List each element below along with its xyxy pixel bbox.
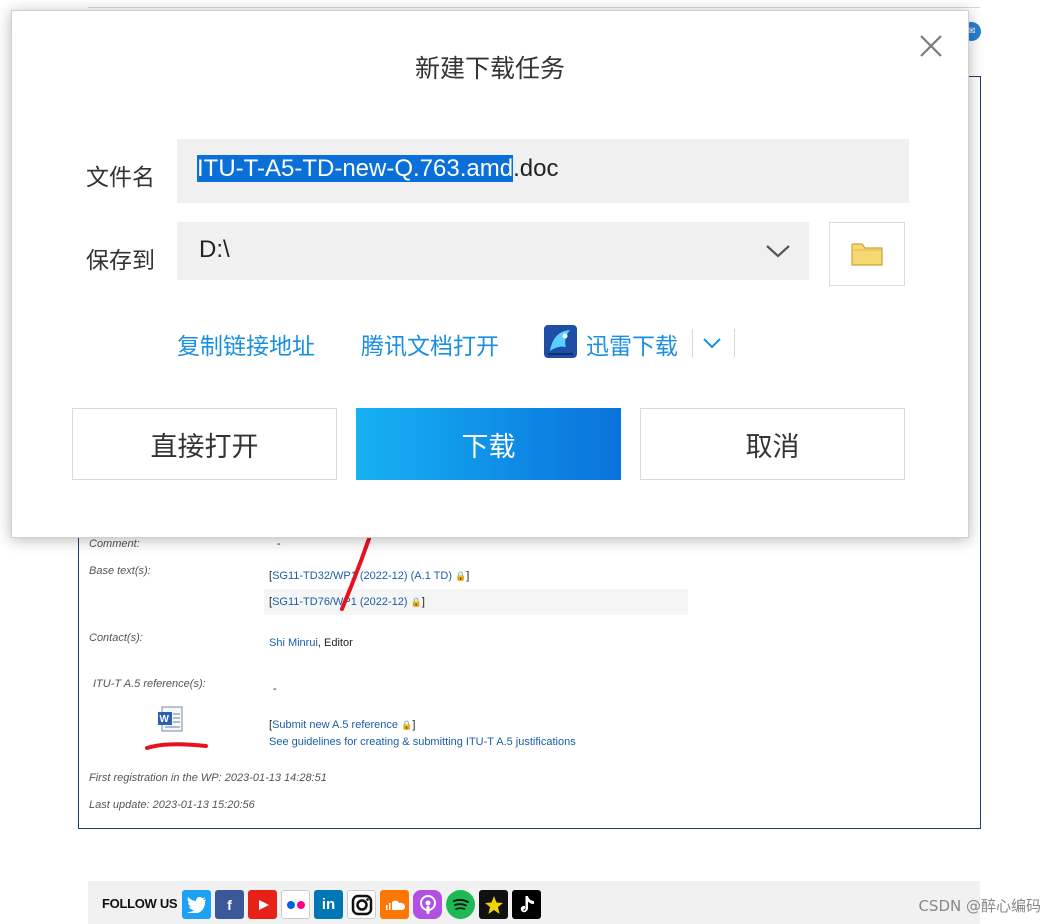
contact-role: , Editor <box>317 637 353 649</box>
guidelines-link[interactable]: See guidelines for creating & submitting… <box>269 736 576 748</box>
soundcloud-icon[interactable] <box>380 890 409 919</box>
flickr-icon[interactable] <box>281 890 310 919</box>
chevron-down-icon[interactable] <box>700 333 724 353</box>
folder-icon <box>851 243 883 266</box>
podcasts-icon[interactable] <box>413 890 442 919</box>
instagram-icon[interactable] <box>347 890 376 919</box>
split-divider <box>734 329 735 357</box>
follow-us-label: FOLLOW US <box>102 896 178 911</box>
savepath-select[interactable]: D:\ <box>177 222 809 280</box>
dialog-title: 新建下载任务 <box>414 54 565 83</box>
browse-folder-button[interactable] <box>829 222 905 286</box>
page-top-strip <box>88 0 980 8</box>
comment-label: Comment: <box>89 538 140 550</box>
spotify-icon[interactable] <box>446 890 475 919</box>
submit-a5-link[interactable]: Submit new A.5 reference <box>272 719 398 731</box>
xunlei-download-option[interactable]: 迅雷下载 <box>586 327 678 361</box>
contact-name-link[interactable]: Shi Minrui <box>269 637 318 649</box>
cancel-button[interactable]: 取消 <box>640 408 905 480</box>
open-directly-button[interactable]: 直接打开 <box>72 408 337 480</box>
deezer-icon[interactable] <box>479 890 508 919</box>
contact-row: Shi Minrui, Editor <box>269 637 353 649</box>
new-download-dialog: 新建下载任务 文件名 ITU-T-A5-TD-new-Q.763.amd.doc… <box>11 10 969 538</box>
tiktok-icon[interactable] <box>512 890 541 919</box>
comment-value: - <box>277 538 281 550</box>
base-text-label: Base text(s): <box>89 565 151 577</box>
close-icon[interactable] <box>918 33 944 59</box>
twitter-icon[interactable] <box>182 890 211 919</box>
xunlei-icon[interactable] <box>544 325 577 358</box>
filename-selected-text: ITU-T-A5-TD-new-Q.763.amd <box>197 155 514 182</box>
red-annotation-underline <box>145 742 208 750</box>
download-button[interactable]: 下载 <box>356 408 621 480</box>
youtube-icon[interactable] <box>248 890 277 919</box>
a5-reference-value: - <box>273 683 277 695</box>
social-icons: f in <box>182 890 541 919</box>
copy-link-option[interactable]: 复制链接地址 <box>177 327 315 361</box>
svg-text:W: W <box>160 714 170 725</box>
last-update: Last update: 2023-01-13 15:20:56 <box>89 799 255 811</box>
bracket-close: ] <box>412 719 416 731</box>
filename-input[interactable]: ITU-T-A5-TD-new-Q.763.amd.doc <box>177 139 909 203</box>
chevron-down-icon[interactable] <box>765 242 791 260</box>
first-registration: First registration in the WP: 2023-01-13… <box>89 772 327 784</box>
facebook-icon[interactable]: f <box>215 890 244 919</box>
submit-row: [Submit new A.5 reference 🔒] <box>269 719 415 731</box>
bracket-close: ] <box>466 570 470 582</box>
lock-icon: 🔒 <box>401 720 413 730</box>
filename-label: 文件名 <box>86 165 155 191</box>
bracket-close: ] <box>421 596 425 608</box>
filename-text: ITU-T-A5-TD-new-Q.763.amd.doc <box>197 155 558 183</box>
filename-extension: .doc <box>513 155 559 182</box>
word-document-icon[interactable]: W <box>157 706 185 732</box>
social-footer: FOLLOW US f in <box>88 881 980 924</box>
contacts-label: Contact(s): <box>89 632 143 644</box>
split-divider <box>692 329 693 357</box>
tencent-docs-option[interactable]: 腾讯文档打开 <box>361 327 499 361</box>
a5-reference-label: ITU-T A.5 reference(s): <box>93 678 206 690</box>
csdn-watermark: CSDN @醉心编码 <box>918 897 1041 915</box>
lock-icon: 🔒 <box>455 571 467 581</box>
linkedin-icon[interactable]: in <box>314 890 343 919</box>
savepath-value: D:\ <box>199 236 230 263</box>
savepath-label: 保存到 <box>86 248 155 274</box>
